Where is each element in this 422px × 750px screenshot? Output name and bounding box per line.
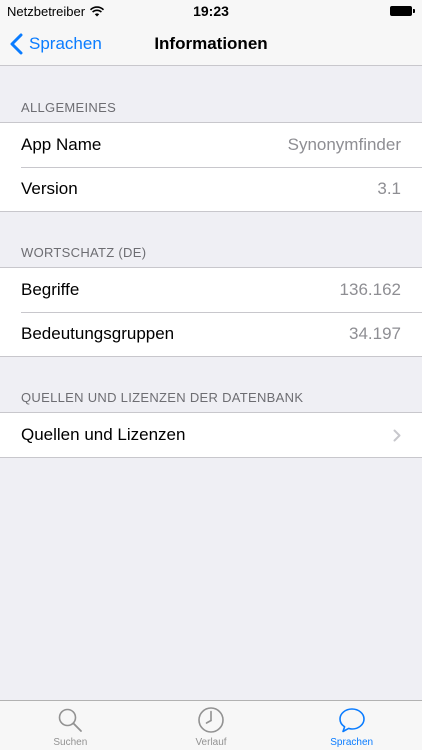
navigation-bar: Sprachen Informationen	[0, 22, 422, 66]
row-value: 3.1	[377, 179, 401, 198]
section-group-wortschatz: Begriffe 136.162 Bedeutungsgruppen 34.19…	[0, 267, 422, 357]
section-header-wortschatz: WORTSCHATZ (DE)	[21, 245, 147, 260]
row-label: Begriffe	[21, 280, 80, 299]
status-time: 19:23	[193, 3, 229, 19]
speech-bubble-icon	[338, 708, 365, 733]
row-label: Quellen und Lizenzen	[21, 425, 186, 444]
search-icon	[59, 708, 83, 732]
tab-label: Sprachen	[330, 737, 374, 748]
row-value: 136.162	[339, 280, 401, 299]
settings-list: ALLGEMEINES App Name Synonymfinder Versi…	[0, 67, 422, 458]
row-label: Bedeutungsgruppen	[21, 324, 175, 343]
section-header-allgemeines: ALLGEMEINES	[21, 100, 117, 115]
battery-icon	[390, 6, 415, 16]
chevron-right-icon	[393, 429, 401, 441]
tab-verlauf[interactable]: Verlauf	[141, 701, 282, 750]
tab-sprachen[interactable]: Sprachen	[281, 701, 422, 750]
row-version: Version 3.1	[0, 167, 422, 211]
row-label: App Name	[21, 135, 102, 154]
tab-bar: Suchen Verlauf Sprachen	[0, 700, 422, 750]
page-title: Informationen	[154, 34, 268, 53]
status-bar: Netzbetreiber 19:23	[0, 0, 422, 22]
section-group-quellen: Quellen und Lizenzen	[0, 412, 422, 458]
section-group-allgemeines: App Name Synonymfinder Version 3.1	[0, 122, 422, 212]
row-app-name: App Name Synonymfinder	[0, 123, 422, 167]
tab-label: Verlauf	[195, 737, 227, 748]
row-label: Version	[21, 179, 78, 198]
row-begriffe: Begriffe 136.162	[0, 268, 422, 312]
clock-icon	[198, 707, 224, 733]
row-bedeutungsgruppen: Bedeutungsgruppen 34.197	[0, 312, 422, 356]
row-quellen-und-lizenzen[interactable]: Quellen und Lizenzen	[0, 413, 422, 457]
row-value: 34.197	[349, 324, 401, 343]
section-header-quellen: QUELLEN UND LIZENZEN DER DATENBANK	[21, 390, 304, 405]
row-value: Synonymfinder	[287, 135, 401, 154]
tab-label: Suchen	[53, 737, 88, 748]
tab-suchen[interactable]: Suchen	[0, 701, 141, 750]
